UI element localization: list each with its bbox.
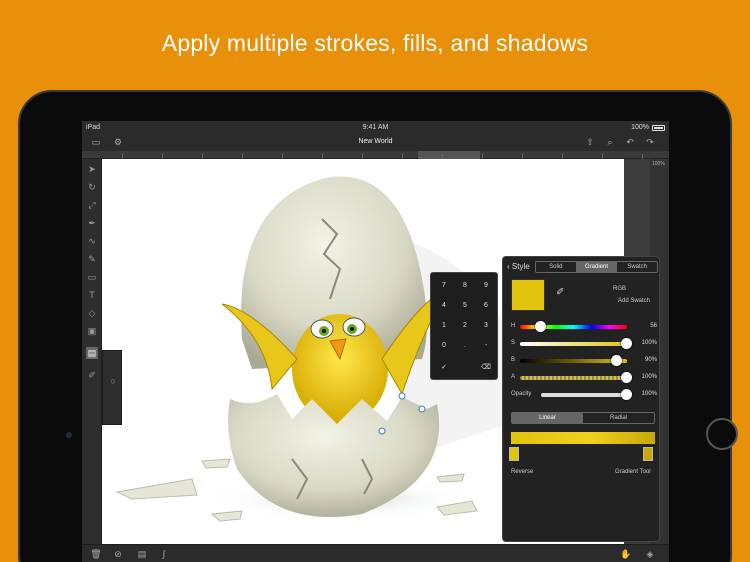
redo-icon[interactable]: ↷ — [644, 136, 656, 148]
clock: 9:41 AM — [362, 124, 389, 131]
opacity-slider[interactable] — [541, 393, 627, 397]
scale-icon[interactable]: ⤢ — [86, 199, 98, 211]
brightness-slider-knob[interactable] — [611, 355, 622, 366]
saturation-slider-knob[interactable] — [621, 338, 632, 349]
saturation-value[interactable]: 100% — [635, 340, 657, 346]
gradient-tool-button[interactable]: Gradient Tool — [615, 469, 651, 475]
alpha-value[interactable]: 100% — [635, 374, 657, 380]
brightness-value[interactable]: 90% — [635, 357, 657, 363]
numeric-keypad: 7 8 9 4 5 6 1 2 3 0 . - ✓ ⌫ — [430, 272, 498, 380]
layers-icon[interactable]: ◈ — [644, 548, 656, 560]
paperclip-icon[interactable]: ⊘ — [112, 548, 124, 560]
key-2[interactable]: 2 — [455, 317, 475, 335]
text-tool-icon[interactable]: T — [86, 289, 98, 301]
fill-type-segmented-control: Solid Gradient Swatch — [535, 261, 658, 273]
image-icon[interactable]: ▣ — [86, 325, 98, 337]
trash-icon[interactable]: 🗑 — [90, 548, 102, 560]
status-bar: iPad 9:41 AM 100% — [82, 121, 669, 133]
tab-gradient[interactable]: Gradient — [576, 262, 618, 272]
gradient-stop-right[interactable] — [643, 447, 653, 461]
eyedropper-icon[interactable]: ✐ — [556, 287, 564, 298]
front-camera — [66, 432, 72, 438]
fill-color-swatch[interactable] — [511, 279, 545, 311]
style-back-button[interactable]: ‹ Style — [507, 262, 530, 271]
curve-icon[interactable]: ∫ — [158, 548, 170, 560]
keypad-delete-icon[interactable]: ⌫ — [476, 359, 496, 377]
battery-percent: 100% — [631, 124, 649, 131]
brightness-label: B — [511, 357, 516, 363]
tools-sidebar: ➤ ↻ ⤢ ✒ ∿ ✎ ▭ T ◇ ▣ ▤ ✐ — [82, 159, 102, 544]
pan-hand-icon[interactable]: ✋ — [620, 548, 632, 560]
gradient-tool-icon[interactable]: ▤ — [86, 347, 98, 359]
style-back-label: Style — [511, 262, 530, 271]
ruler-selection-highlight — [418, 151, 480, 159]
rectangle-icon[interactable]: ▭ — [86, 271, 98, 283]
path-icon[interactable]: ∿ — [86, 235, 98, 247]
headline: Apply multiple strokes, fills, and shado… — [161, 30, 589, 56]
tab-solid[interactable]: Solid — [536, 262, 577, 272]
layers-stack-icon[interactable]: ▤ — [136, 548, 148, 560]
opacity-label: Opacity — [511, 391, 532, 397]
key-3[interactable]: 3 — [476, 317, 496, 335]
key-minus[interactable]: - — [476, 337, 496, 355]
tab-swatch[interactable]: Swatch — [617, 262, 657, 272]
key-0[interactable]: 0 — [434, 337, 454, 355]
reverse-button[interactable]: Reverse — [511, 469, 533, 475]
top-toolbar: ▭ ⚙ New World ⇧ ⌕ ↶ ↷ — [82, 133, 669, 151]
pen-tool-icon[interactable]: ✒ — [86, 217, 98, 229]
tab-linear[interactable]: Linear — [512, 413, 583, 423]
eyedropper-icon[interactable]: ✐ — [86, 369, 98, 381]
keypad-confirm-icon[interactable]: ✓ — [434, 359, 454, 377]
document-title[interactable]: New World — [82, 138, 669, 145]
circle-tool-icon[interactable]: ○ — [107, 375, 119, 387]
saturation-label: S — [511, 340, 516, 346]
style-panel: ‹ Style Solid Gradient Swatch ✐ RGB Add … — [502, 256, 660, 542]
color-model-label[interactable]: RGB — [613, 286, 626, 292]
key-5[interactable]: 5 — [455, 297, 475, 315]
pencil-icon[interactable]: ✎ — [86, 253, 98, 265]
key-4[interactable]: 4 — [434, 297, 454, 315]
rotate-icon[interactable]: ↻ — [86, 181, 98, 193]
alpha-label: A — [511, 374, 516, 380]
key-decimal[interactable]: . — [455, 337, 475, 355]
opacity-value[interactable]: 100% — [635, 391, 657, 397]
key-9[interactable]: 9 — [476, 277, 496, 295]
alpha-slider-knob[interactable] — [621, 372, 632, 383]
saturation-slider[interactable] — [520, 342, 627, 346]
hue-label: H — [511, 323, 516, 329]
horizontal-ruler[interactable] — [82, 151, 669, 159]
search-icon[interactable]: ⌕ — [604, 136, 616, 148]
key-8[interactable]: 8 — [455, 277, 475, 295]
zoom-level[interactable]: 100% — [652, 161, 665, 167]
add-swatch-button[interactable]: Add Swatch — [618, 298, 650, 304]
bottom-toolbar: 🗑 ⊘ ▤ ∫ ✋ ◈ — [82, 544, 669, 562]
gradient-type-segmented-control: Linear Radial — [511, 412, 655, 424]
key-1[interactable]: 1 — [434, 317, 454, 335]
select-arrow-icon[interactable]: ➤ — [86, 163, 98, 175]
hue-slider-knob[interactable] — [535, 321, 546, 332]
tool-options-popover: ○ — [102, 350, 122, 425]
eraser-icon[interactable]: ◇ — [86, 307, 98, 319]
key-7[interactable]: 7 — [434, 277, 454, 295]
tab-radial[interactable]: Radial — [583, 413, 654, 423]
opacity-slider-knob[interactable] — [621, 389, 632, 400]
share-icon[interactable]: ⇧ — [584, 136, 596, 148]
key-6[interactable]: 6 — [476, 297, 496, 315]
hue-value[interactable]: 56 — [635, 323, 657, 329]
undo-icon[interactable]: ↶ — [624, 136, 636, 148]
alpha-slider[interactable] — [520, 376, 627, 380]
gradient-stop-left[interactable] — [509, 447, 519, 461]
gradient-preview-bar[interactable] — [511, 432, 655, 444]
home-button[interactable] — [706, 418, 738, 450]
battery-icon — [652, 125, 665, 131]
